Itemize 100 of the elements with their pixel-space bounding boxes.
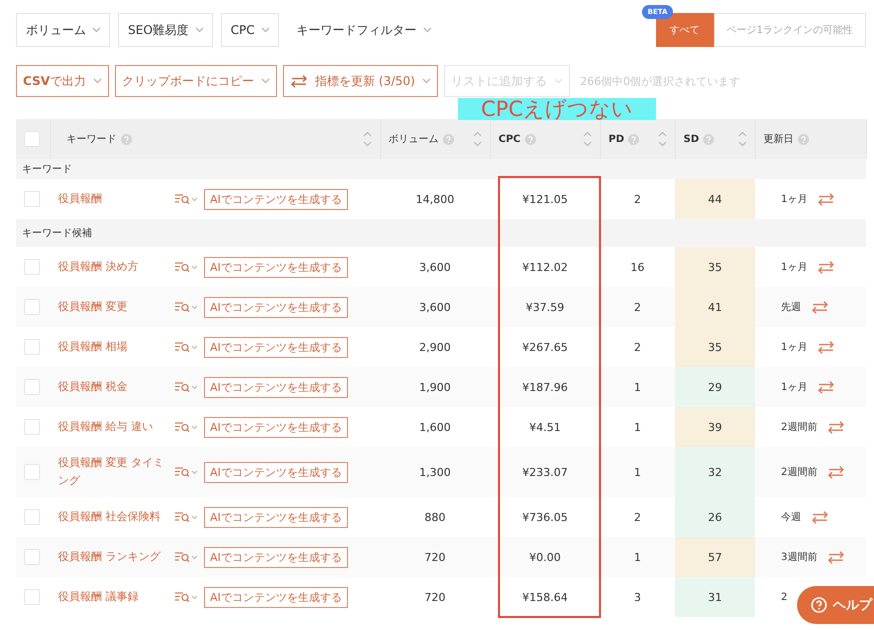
- help-button[interactable]: ヘルプ: [797, 586, 874, 624]
- row-checkbox[interactable]: [24, 379, 40, 395]
- refresh-icon[interactable]: [827, 464, 846, 480]
- ai-generate-button[interactable]: AIでコンテンツを生成する: [204, 336, 348, 358]
- view-tab[interactable]: すべて: [656, 13, 714, 47]
- sd-cell: 29: [675, 367, 755, 407]
- ai-generate-button[interactable]: AIでコンテンツを生成する: [204, 188, 348, 210]
- keyword-link[interactable]: 役員報酬 給与 違い: [58, 418, 168, 436]
- refresh-icon[interactable]: [817, 379, 836, 395]
- pd-cell: 1: [634, 550, 641, 564]
- help-icon: [120, 134, 132, 144]
- ai-generate-button[interactable]: AIでコンテンツを生成する: [204, 586, 348, 608]
- caret-icon: [194, 27, 204, 33]
- pd-cell: 1: [634, 420, 641, 434]
- help-icon: [703, 134, 714, 144]
- ai-generate-button[interactable]: AIでコンテンツを生成する: [204, 462, 348, 482]
- volume-cell: 1,900: [419, 380, 451, 394]
- caret-icon: [422, 78, 432, 84]
- toolbar-button[interactable]: クリップボードにコピー: [114, 65, 277, 97]
- keyword-link[interactable]: 役員報酬 相場: [58, 338, 168, 356]
- refresh-icon: [290, 73, 308, 89]
- row-checkbox[interactable]: [24, 191, 40, 207]
- cpc-cell: ¥158.64: [522, 590, 568, 604]
- ai-generate-button[interactable]: AIでコンテンツを生成する: [204, 376, 348, 398]
- keyword-link[interactable]: 役員報酬: [58, 190, 168, 208]
- row-checkbox[interactable]: [24, 419, 40, 435]
- updated-date: 1ヶ月: [781, 261, 808, 274]
- column-header: ボリューム: [388, 133, 438, 146]
- sd-cell: 35: [675, 247, 755, 287]
- volume-cell: 2,900: [419, 340, 451, 354]
- sd-cell: 26: [675, 497, 755, 537]
- filter-dropdown[interactable]: SEO難易度: [118, 13, 213, 47]
- updated-date: 先週: [781, 300, 801, 314]
- sd-cell: 35: [675, 327, 755, 367]
- sd-cell: 39: [675, 407, 755, 447]
- column-header: 更新日: [764, 132, 794, 146]
- keyword-link[interactable]: 役員報酬 変更: [58, 298, 168, 316]
- keyword-link[interactable]: 役員報酬 社会保険料: [58, 508, 168, 526]
- volume-cell: 14,800: [416, 192, 454, 206]
- volume-cell: 1,600: [419, 420, 451, 434]
- group-title: キーワード候補: [22, 228, 92, 239]
- row-checkbox[interactable]: [24, 259, 40, 275]
- ai-generate-button[interactable]: AIでコンテンツを生成する: [204, 506, 348, 528]
- ai-generate-button[interactable]: AIでコンテンツを生成する: [204, 416, 348, 438]
- sd-cell: 41: [675, 287, 755, 327]
- caret-icon: [92, 78, 102, 84]
- pd-cell: 1: [634, 466, 641, 478]
- help-icon: [628, 134, 640, 144]
- search-list-icon: [174, 551, 198, 563]
- cpc-cell: ¥187.96: [522, 380, 568, 394]
- toolbar-button[interactable]: CSVで出力: [16, 65, 109, 97]
- help-icon: [442, 134, 454, 144]
- search-list-icon: [174, 341, 198, 353]
- refresh-icon[interactable]: [827, 419, 846, 435]
- volume-cell: 3,600: [419, 260, 451, 274]
- toolbar-button[interactable]: 指標を更新 (3/50): [282, 65, 438, 97]
- select-all-checkbox[interactable]: [24, 131, 40, 147]
- volume-cell: 720: [424, 590, 446, 604]
- row-checkbox[interactable]: [24, 339, 40, 355]
- refresh-icon[interactable]: [817, 191, 836, 207]
- search-list-icon: [174, 466, 198, 478]
- cpc-cell: ¥121.05: [522, 192, 568, 206]
- search-list-icon: [174, 301, 198, 313]
- row-checkbox[interactable]: [24, 589, 40, 605]
- refresh-icon[interactable]: [811, 509, 829, 525]
- cpc-cell: ¥37.59: [526, 300, 564, 314]
- search-list-icon: [174, 261, 198, 273]
- caret-icon: [260, 27, 270, 33]
- caret-icon: [260, 78, 270, 84]
- filter-dropdown[interactable]: ボリューム: [16, 13, 110, 47]
- help-icon: [524, 134, 536, 144]
- pd-cell: 2: [634, 192, 641, 206]
- refresh-icon[interactable]: [811, 299, 829, 315]
- sd-cell: 57: [675, 537, 755, 577]
- keyword-link[interactable]: 役員報酬 議事録: [58, 588, 168, 606]
- row-checkbox[interactable]: [24, 299, 40, 315]
- keyword-link[interactable]: 役員報酬 決め方: [58, 258, 168, 276]
- cpc-cell: ¥112.02: [522, 260, 568, 274]
- refresh-icon[interactable]: [827, 549, 846, 565]
- updated-date: 2: [781, 592, 788, 602]
- ai-generate-button[interactable]: AIでコンテンツを生成する: [204, 256, 348, 278]
- search-list-icon: [174, 421, 198, 433]
- pd-cell: 2: [634, 510, 641, 524]
- pd-cell: 2: [634, 340, 641, 354]
- updated-date: 2週間前: [781, 466, 818, 479]
- keyword-link[interactable]: 役員報酬 変更 タイミング: [58, 454, 168, 490]
- view-tab[interactable]: ページ1ランクインの可能性: [714, 13, 866, 47]
- row-checkbox[interactable]: [24, 509, 40, 525]
- updated-date: 1ヶ月: [781, 193, 808, 206]
- filter-dropdown[interactable]: CPC: [220, 13, 279, 47]
- refresh-icon[interactable]: [817, 339, 836, 355]
- ai-generate-button[interactable]: AIでコンテンツを生成する: [204, 296, 348, 318]
- ai-generate-button[interactable]: AIでコンテンツを生成する: [204, 546, 348, 568]
- keyword-link[interactable]: 役員報酬 ランキング: [58, 548, 168, 566]
- row-checkbox[interactable]: [24, 549, 40, 565]
- keyword-link[interactable]: 役員報酬 税金: [58, 378, 168, 396]
- refresh-icon[interactable]: [817, 259, 836, 275]
- cpc-cell: ¥267.65: [522, 340, 568, 354]
- row-checkbox[interactable]: [24, 464, 40, 480]
- volume-cell: 3,600: [419, 300, 451, 314]
